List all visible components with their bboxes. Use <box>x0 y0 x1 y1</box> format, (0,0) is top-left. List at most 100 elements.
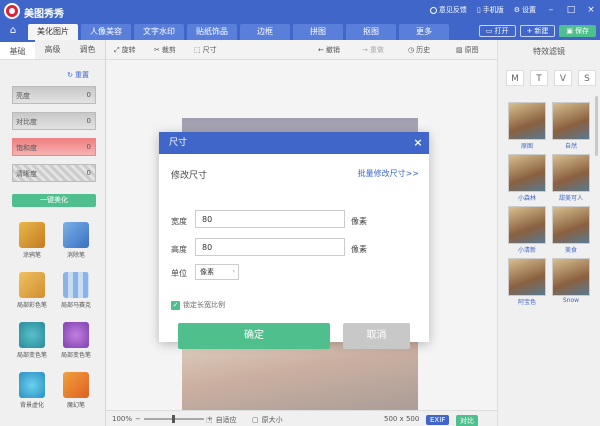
minimize-button[interactable]: – <box>546 5 556 15</box>
filter-forest[interactable]: 小森林 <box>508 154 546 204</box>
phone-icon: ▯ <box>476 6 481 14</box>
magic-wand-icon <box>63 372 89 398</box>
confirm-button[interactable]: 确定 <box>178 323 330 349</box>
filter-thumbnail <box>552 206 590 244</box>
eraser-tool[interactable]: 消除笔 <box>56 222 96 264</box>
width-label: 宽度 <box>171 217 187 226</box>
filter-original[interactable]: 原图 <box>508 102 546 152</box>
height-input[interactable] <box>195 238 345 256</box>
filter-tab-t[interactable]: T <box>530 70 548 86</box>
save-button[interactable]: ▣ 保存 <box>559 25 596 37</box>
dialog-title: 尺寸 <box>169 138 188 148</box>
partial-recolor-tool[interactable]: 局部变色笔 <box>12 322 52 364</box>
image-icon: ▨ <box>456 46 463 54</box>
partial-recolor-tool-2[interactable]: 局部变色笔 <box>56 322 96 364</box>
filter-fresh[interactable]: 小清新 <box>508 206 546 256</box>
feedback-icon <box>429 6 437 14</box>
title-bar: 美图秀秀 意见反馈 ▯ 手机版 ⚙ 设置 – □ × <box>0 0 600 22</box>
batch-resize-link[interactable]: 批量修改尺寸>> <box>358 168 419 179</box>
height-unit: 像素 <box>351 245 367 254</box>
compare-button[interactable]: 对比 <box>456 415 478 426</box>
one-key-beautify-button[interactable]: 一键美化 <box>12 194 96 207</box>
mobile-link[interactable]: ▯ 手机版 <box>477 5 504 15</box>
subtab-advanced[interactable]: 高级 <box>35 40 70 59</box>
sharpness-slider[interactable]: 清晰度 0 <box>12 164 96 182</box>
brightness-slider[interactable]: 亮度 0 <box>12 86 96 104</box>
filter-panel: 特效滤镜 M T V S 原图 自然 小森林 甜美可人 小清新 美食 阿宝色 S… <box>497 40 600 426</box>
tab-portrait[interactable]: 人像美容 <box>81 24 131 40</box>
actual-size-button[interactable]: ▢ 原大小 <box>252 415 283 425</box>
subtab-basic[interactable]: 基础 <box>0 40 35 59</box>
doodle-pen-tool[interactable]: 涂鸦笔 <box>12 222 52 264</box>
maximize-button[interactable]: □ <box>566 5 576 15</box>
open-button[interactable]: ▭ 打开 <box>478 25 516 37</box>
save-icon: ▣ <box>566 27 573 35</box>
unit-label: 单位 <box>171 269 187 278</box>
filter-abao[interactable]: 阿宝色 <box>508 258 546 308</box>
saturation-slider[interactable]: 饱和度 0 <box>12 138 96 156</box>
tab-more[interactable]: 更多 <box>399 24 449 40</box>
zoom-slider[interactable] <box>143 415 204 423</box>
folder-icon: ▭ <box>485 27 493 35</box>
settings-link[interactable]: ⚙ 设置 <box>514 5 536 15</box>
clock-icon: ◷ <box>408 46 415 54</box>
color-drop-icon <box>63 322 89 348</box>
tab-stickers[interactable]: 贴纸饰品 <box>187 24 237 40</box>
partial-color-tool[interactable]: 局部彩色笔 <box>12 272 52 314</box>
new-button[interactable]: + 新建 <box>519 25 556 37</box>
filter-snow[interactable]: Snow <box>552 258 590 308</box>
tab-text[interactable]: 文字水印 <box>134 24 184 40</box>
filter-tab-m[interactable]: M <box>506 70 524 86</box>
background-blur-tool[interactable]: 背景虚化 <box>12 372 52 414</box>
image-dimensions: 500 x 500 <box>384 415 420 423</box>
original-button[interactable]: ▨ 原图 <box>456 45 479 55</box>
actual-size-icon: ▢ <box>252 416 259 424</box>
subtab-color[interactable]: 调色 <box>70 40 105 59</box>
filter-natural[interactable]: 自然 <box>552 102 590 152</box>
brush-icon <box>19 222 45 248</box>
status-bar: 100% − + ⬚ 自适应 ▢ 原大小 500 x 500 EXIF 对比 <box>106 410 497 426</box>
filter-thumbnail <box>508 258 546 296</box>
filter-thumbnail <box>508 102 546 140</box>
unit-select[interactable]: 像素 › <box>195 264 239 280</box>
cancel-button[interactable]: 取消 <box>343 323 410 349</box>
fit-button[interactable]: ⬚ 自适应 <box>206 415 237 425</box>
filter-thumbnail <box>508 154 546 192</box>
reset-button[interactable]: ↻ 重置 <box>67 70 89 80</box>
mosaic-icon <box>63 272 89 298</box>
magic-pen-tool[interactable]: 魔幻笔 <box>56 372 96 414</box>
tab-beautify[interactable]: 美化图片 <box>28 24 78 40</box>
resize-icon: ⬚ <box>194 46 201 54</box>
plus-icon: + <box>526 27 533 35</box>
tab-cutout[interactable]: 抠图 <box>346 24 396 40</box>
zoom-out-icon[interactable]: − <box>135 415 141 423</box>
redo-icon: → <box>362 46 368 54</box>
blur-icon <box>19 372 45 398</box>
rotate-button[interactable]: ⤢ 旋转 <box>114 45 136 55</box>
filter-food[interactable]: 美食 <box>552 206 590 256</box>
partial-mosaic-tool[interactable]: 局部马赛克 <box>56 272 96 314</box>
filter-tab-v[interactable]: V <box>554 70 572 86</box>
filter-sweet[interactable]: 甜美可人 <box>552 154 590 204</box>
home-icon[interactable]: ⌂ <box>6 24 20 38</box>
tab-frames[interactable]: 边框 <box>240 24 290 40</box>
exif-button[interactable]: EXIF <box>426 415 450 425</box>
tab-collage[interactable]: 拼图 <box>293 24 343 40</box>
undo-button[interactable]: ← 撤销 <box>318 45 340 55</box>
refresh-icon: ↻ <box>67 71 73 79</box>
history-button[interactable]: ◷ 历史 <box>408 45 430 55</box>
close-window-button[interactable]: × <box>586 5 596 15</box>
contrast-slider[interactable]: 对比度 0 <box>12 112 96 130</box>
width-input[interactable] <box>195 210 345 228</box>
redo-button[interactable]: → 重做 <box>362 45 384 55</box>
crop-icon: ✂ <box>154 46 160 54</box>
filter-tab-s[interactable]: S <box>578 70 596 86</box>
filter-scrollbar[interactable] <box>595 96 598 156</box>
crop-button[interactable]: ✂ 裁剪 <box>154 45 176 55</box>
lock-ratio-checkbox[interactable]: ✓ 锁定长宽比例 <box>171 300 225 310</box>
checkbox-checked-icon: ✓ <box>171 300 180 310</box>
resize-dialog: 尺寸 × 修改尺寸 批量修改尺寸>> 宽度 像素 高度 像素 单位 像素 › ✓… <box>159 132 429 349</box>
close-icon[interactable]: × <box>411 136 425 150</box>
size-button[interactable]: ⬚ 尺寸 <box>194 45 217 55</box>
feedback-link[interactable]: 意见反馈 <box>429 5 467 15</box>
